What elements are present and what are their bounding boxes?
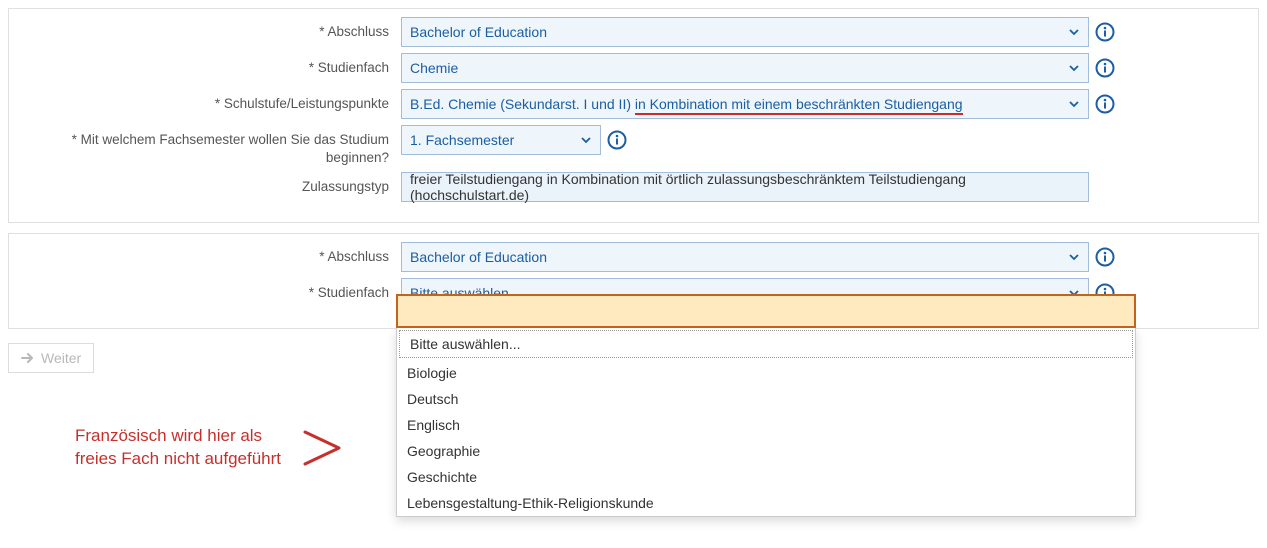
arrow-right-icon [21, 352, 35, 364]
label-abschluss-2: * Abschluss [17, 242, 401, 266]
dropdown-option[interactable]: Englisch [397, 412, 1135, 438]
select-abschluss[interactable]: Bachelor of Education [401, 17, 1089, 47]
row-studienfach: * Studienfach Chemie [17, 53, 1250, 83]
label-studienfach: * Studienfach [17, 53, 401, 77]
dropdown-option-list[interactable]: Bitte auswählen... Biologie Deutsch Engl… [396, 328, 1136, 517]
label-studienfach-2: * Studienfach [17, 278, 401, 302]
label-fachsemester: * Mit welchem Fachsemester wollen Sie da… [17, 125, 401, 166]
select-fachsemester-value: 1. Fachsemester [410, 132, 514, 148]
readonly-zulassungstyp: freier Teilstudiengang in Kombination mi… [401, 172, 1089, 202]
dropdown-option[interactable]: Geographie [397, 438, 1135, 464]
select-schulstufe-value: B.Ed. Chemie (Sekundarst. I und II) in K… [410, 96, 963, 112]
row-schulstufe: * Schulstufe/Leistungspunkte B.Ed. Chemi… [17, 89, 1250, 119]
dropdown-option[interactable]: Deutsch [397, 386, 1135, 412]
chevron-down-icon [580, 134, 592, 146]
select-fachsemester[interactable]: 1. Fachsemester [401, 125, 601, 155]
annotation-text: Französisch wird hier als freies Fach ni… [75, 425, 281, 471]
dropdown-option[interactable]: Biologie [397, 360, 1135, 386]
dropdown-option[interactable]: Lebensgestaltung-Ethik-Religionskunde [397, 490, 1135, 516]
select-studienfach[interactable]: Chemie [401, 53, 1089, 83]
chevron-down-icon [1068, 251, 1080, 263]
row-zulassungstyp: Zulassungstyp freier Teilstudiengang in … [17, 172, 1250, 202]
chevron-down-icon [1068, 62, 1080, 74]
info-icon[interactable] [1095, 247, 1115, 267]
select-abschluss-value: Bachelor of Education [410, 24, 547, 40]
label-schulstufe: * Schulstufe/Leistungspunkte [17, 89, 401, 113]
chevron-down-icon [1068, 98, 1080, 110]
select-studienfach-value: Chemie [410, 60, 458, 76]
select-abschluss-2-value: Bachelor of Education [410, 249, 547, 265]
info-icon[interactable] [1095, 58, 1115, 78]
dropdown-filter-input[interactable] [396, 294, 1136, 328]
row-fachsemester: * Mit welchem Fachsemester wollen Sie da… [17, 125, 1250, 166]
info-icon[interactable] [1095, 94, 1115, 114]
select-schulstufe[interactable]: B.Ed. Chemie (Sekundarst. I und II) in K… [401, 89, 1089, 119]
info-icon[interactable] [607, 130, 627, 150]
annotation-arrow-icon [301, 428, 345, 468]
weiter-button[interactable]: Weiter [8, 343, 94, 373]
label-abschluss: * Abschluss [17, 17, 401, 41]
info-icon[interactable] [1095, 22, 1115, 42]
chevron-down-icon [1068, 26, 1080, 38]
row-abschluss-2: * Abschluss Bachelor of Education [17, 242, 1250, 272]
annotation: Französisch wird hier als freies Fach ni… [75, 425, 345, 471]
dropdown-option[interactable]: Bitte auswählen... [399, 330, 1133, 358]
label-zulassungstyp: Zulassungstyp [17, 172, 401, 196]
row-abschluss: * Abschluss Bachelor of Education [17, 17, 1250, 47]
studienfach-dropdown-popup: Bitte auswählen... Biologie Deutsch Engl… [396, 294, 1136, 517]
weiter-label: Weiter [41, 350, 81, 366]
dropdown-option[interactable]: Geschichte [397, 464, 1135, 490]
form-section-1: * Abschluss Bachelor of Education * Stud… [8, 8, 1259, 223]
select-abschluss-2[interactable]: Bachelor of Education [401, 242, 1089, 272]
